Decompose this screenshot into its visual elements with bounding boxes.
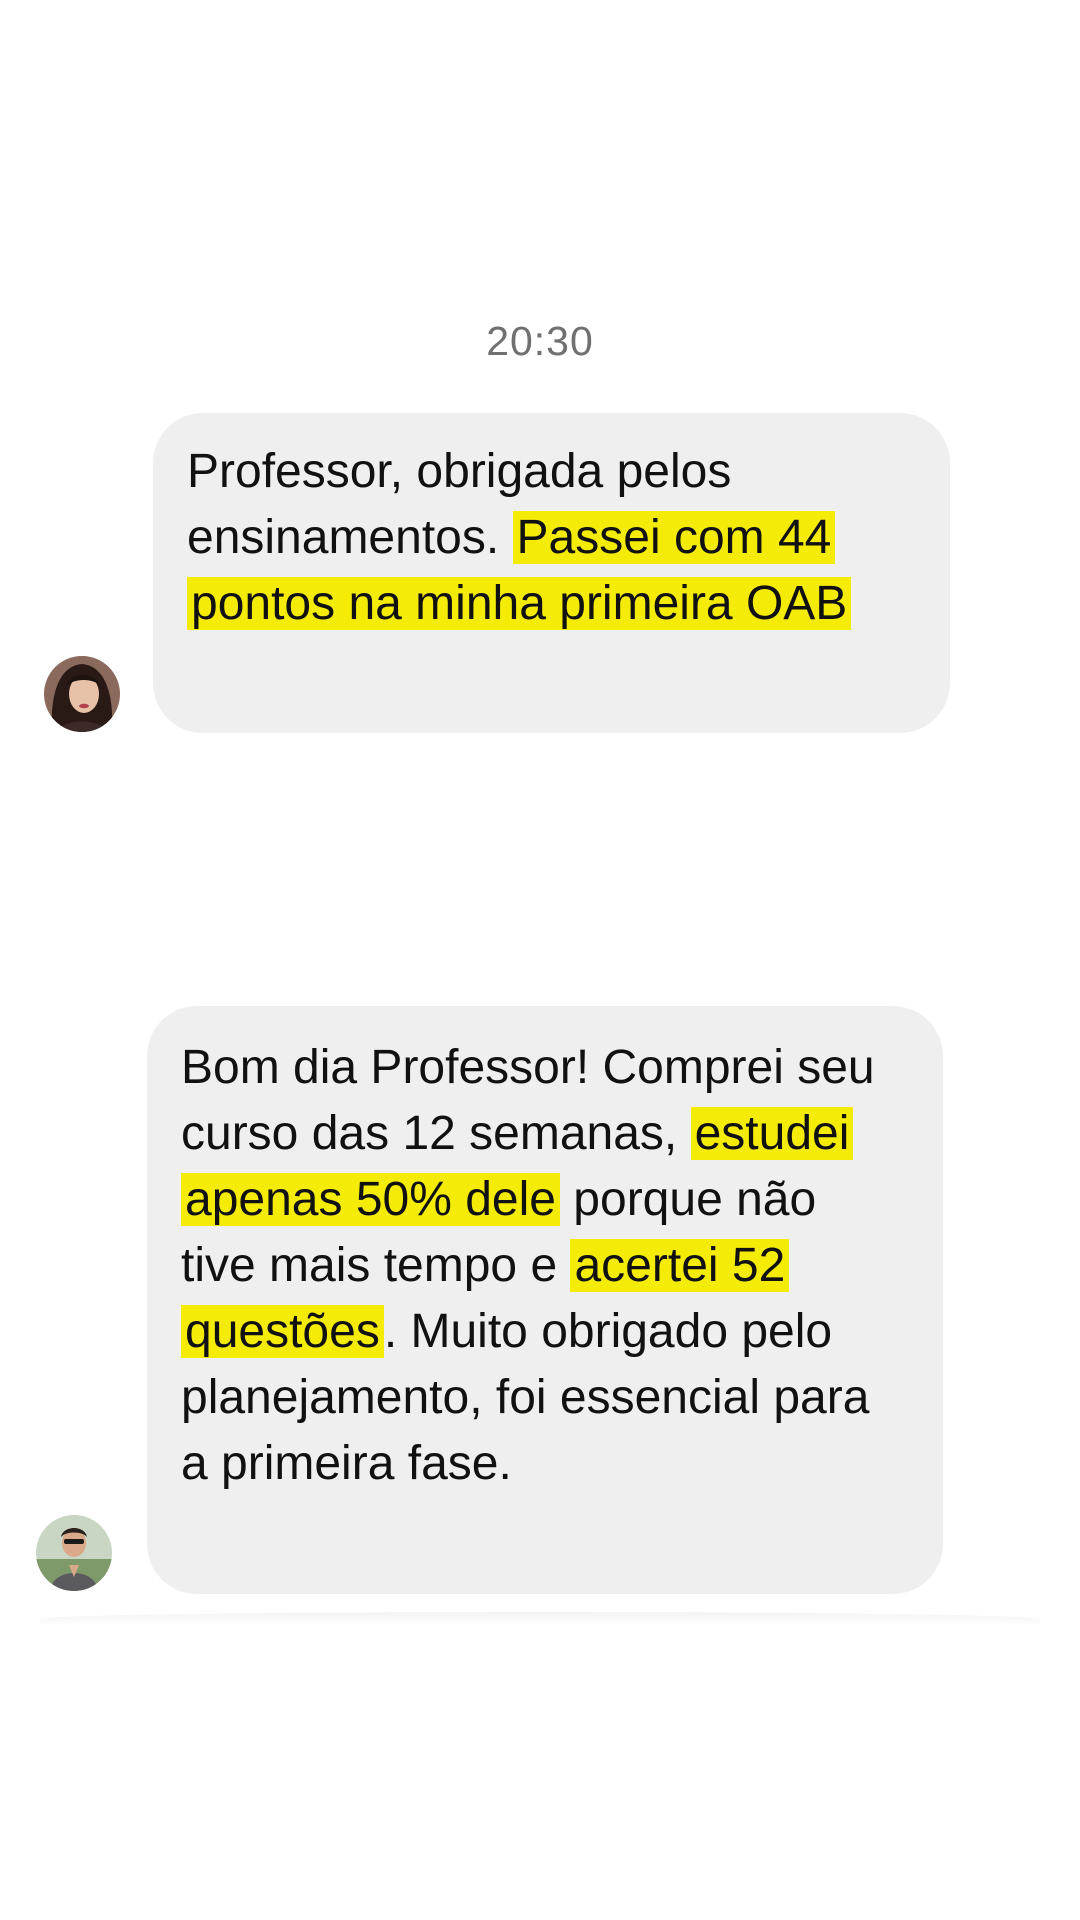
message-bubble[interactable]: Bom dia Professor! Comprei seu curso das… bbox=[147, 1006, 943, 1594]
message-timestamp: 20:30 bbox=[486, 318, 594, 364]
profile-photo-icon bbox=[44, 656, 120, 732]
profile-photo-icon bbox=[36, 1515, 112, 1591]
message-text: Professor, obrigada pelos ensinamentos. … bbox=[187, 439, 910, 637]
message-text: Bom dia Professor! Comprei seu curso das… bbox=[181, 1035, 903, 1497]
sender-avatar[interactable] bbox=[36, 1515, 112, 1591]
message-bubble[interactable]: Professor, obrigada pelos ensinamentos. … bbox=[153, 413, 950, 733]
composer-divider bbox=[40, 1612, 1040, 1626]
sender-avatar[interactable] bbox=[44, 656, 120, 732]
